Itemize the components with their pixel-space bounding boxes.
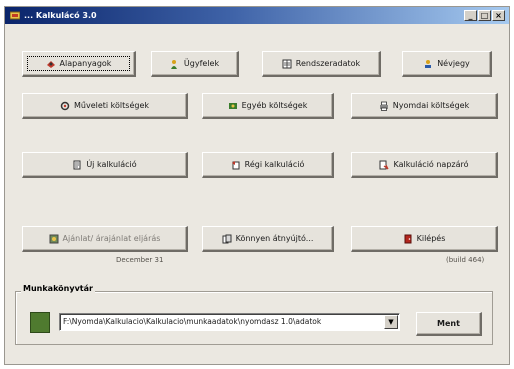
regi-kalkulacio-button[interactable]: Régi kalkuláció (202, 152, 334, 178)
window-title: ... Kalkulácó 3.0 (24, 11, 97, 20)
nyomdai-label: Nyomdai költségek (392, 101, 470, 110)
minimize-button[interactable]: _ (464, 10, 477, 21)
save-button[interactable]: Ment (416, 312, 482, 336)
system-data-icon (282, 59, 292, 68)
customers-icon (170, 59, 177, 69)
konnyebb-label: Könnyen átnyújtó... (235, 234, 314, 243)
munkalati-button[interactable]: Műveleti költségek (22, 93, 188, 119)
munkalati-label: Műveleti költségek (74, 101, 149, 110)
egyeb-button[interactable]: Egyéb költségek (202, 93, 334, 119)
about-icon (425, 59, 432, 68)
nevjegy-button[interactable]: Névjegy (402, 51, 492, 77)
window-controls: _ □ × (464, 10, 505, 21)
handover-icon (222, 234, 232, 243)
printer-icon (379, 101, 388, 111)
nyomdai-button[interactable]: Nyomdai költségek (351, 93, 498, 119)
konnyebb-button[interactable]: Könnyen átnyújtó... (202, 226, 334, 252)
workdir-path-combo[interactable]: F:\Nyomda\Kalkulacio\Kalkulacio\munkaada… (59, 313, 400, 331)
napzaro-button[interactable]: Kalkuláció napzáró (351, 152, 498, 178)
close-button[interactable]: × (492, 10, 505, 21)
open-document-icon (231, 160, 240, 169)
ajanlat-label: Ajánlat/ árajánlat eljárás (62, 234, 161, 243)
save-button-label: Ment (437, 319, 460, 328)
alapanyagok-button[interactable]: Alapanyagok (22, 51, 136, 77)
uj-kalkulacio-label: Új kalkuláció (86, 160, 137, 169)
maximize-button[interactable]: □ (478, 10, 491, 21)
kilepes-label: Kilépés (416, 234, 446, 243)
exit-icon (404, 234, 412, 243)
day-close-icon (379, 160, 390, 169)
ugyfelek-label: Ügyfelek (183, 59, 220, 68)
other-costs-icon (228, 102, 237, 109)
operations-icon (60, 101, 70, 110)
color-swatch[interactable] (30, 312, 50, 333)
ugyfelek-button[interactable]: Ügyfelek (151, 51, 239, 77)
app-icon (10, 11, 20, 20)
kilepes-button[interactable]: Kilépés (351, 226, 498, 252)
workdir-path-text: F:\Nyomda\Kalkulacio\Kalkulacio\munkaada… (63, 317, 322, 326)
title-bar[interactable]: ... Kalkulácó 3.0 _ □ × (5, 7, 509, 24)
chevron-down-icon[interactable]: ▼ (384, 315, 398, 329)
focus-rect (27, 56, 130, 71)
uj-kalkulacio-button[interactable]: Új kalkuláció (22, 152, 188, 178)
regi-kalkulacio-label: Régi kalkuláció (244, 160, 305, 169)
version-label: (build 464) (446, 256, 485, 264)
rendszeradatok-button[interactable]: Rendszeradatok (262, 51, 381, 77)
napzaro-label: Kalkuláció napzáró (393, 160, 469, 169)
rendszeradatok-label: Rendszeradatok (295, 59, 361, 68)
nevjegy-label: Névjegy (437, 59, 470, 68)
workdir-group-title: Munkakönyvtár (21, 284, 95, 293)
offer-icon (49, 234, 59, 243)
date-label: December 31 (116, 256, 164, 264)
ajanlat-button[interactable]: Ajánlat/ árajánlat eljárás (22, 226, 188, 252)
egyeb-label: Egyéb költségek (241, 101, 308, 110)
new-document-icon (73, 160, 81, 169)
